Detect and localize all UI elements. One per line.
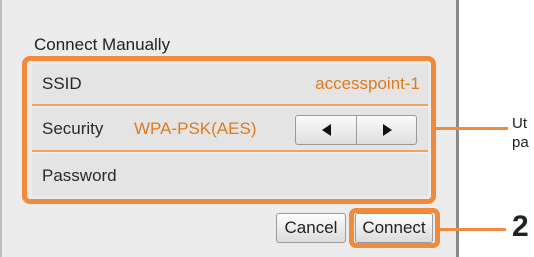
callout-text-line2: pa xyxy=(512,134,529,151)
dialog-title: Connect Manually xyxy=(34,35,171,54)
settings-highlight-box xyxy=(22,56,436,204)
step-number: 2 xyxy=(512,210,529,243)
callout-text-line1: Ut xyxy=(512,115,527,132)
connect-highlight-box xyxy=(349,208,440,248)
callout-line-settings xyxy=(436,127,508,130)
dialog-left-edge xyxy=(0,0,2,257)
cancel-button[interactable]: Cancel xyxy=(276,213,346,243)
callout-line-connect xyxy=(440,228,506,231)
